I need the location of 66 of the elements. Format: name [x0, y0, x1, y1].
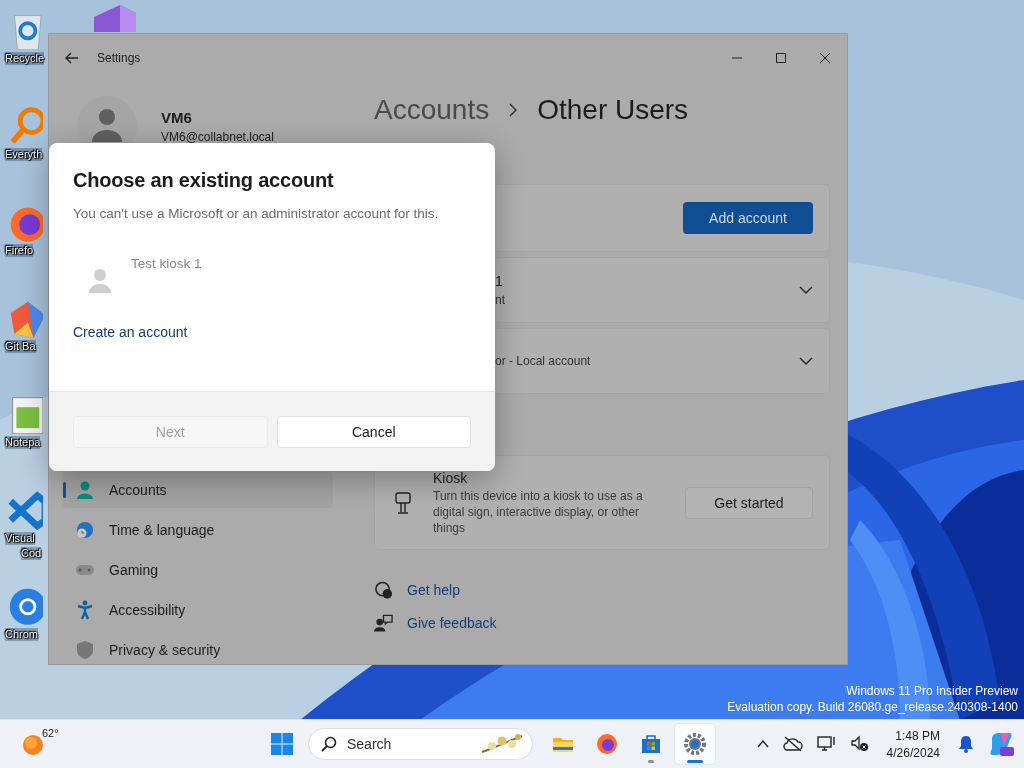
account-type: or - Local account	[495, 354, 591, 368]
network-icon[interactable]	[816, 735, 837, 753]
desktop-icon-label: Cod	[21, 547, 42, 560]
accessibility-figure-icon	[75, 600, 95, 620]
shield-icon	[75, 640, 95, 660]
account-name: 1	[495, 273, 504, 289]
copilot-icon[interactable]	[988, 731, 1014, 757]
speaker-muted-icon[interactable]	[850, 735, 869, 753]
dialog-subtitle: You can't use a Microsoft or an administrator account for this.	[73, 206, 440, 221]
desktop-icon-label: Recycle	[5, 52, 45, 65]
user-name: VM6	[161, 108, 193, 126]
account-type: nt	[495, 293, 505, 307]
nav-item[interactable]: Accounts	[63, 472, 333, 508]
help-link[interactable]: Give feedback	[407, 615, 497, 631]
back-arrow-icon[interactable]	[65, 52, 79, 64]
desktop-icon-label: Visual	[5, 532, 35, 545]
windows-logo-icon	[270, 732, 294, 756]
close-icon[interactable]	[820, 53, 830, 63]
account-card[interactable]: 1 nt	[495, 257, 830, 323]
watermark-text: Windows 11 Pro Insider Preview	[846, 683, 1018, 699]
feedback-icon	[374, 613, 393, 633]
desktop-icon-label: Firefo	[5, 244, 34, 257]
page-title: Other Users	[537, 94, 689, 126]
person-icon	[92, 108, 122, 144]
person-icon	[89, 268, 111, 294]
globe-clock-icon	[75, 520, 95, 540]
firefox-icon	[595, 732, 619, 756]
nav-item[interactable]: Time & language	[63, 512, 333, 548]
maximize-icon[interactable]	[776, 53, 786, 63]
clock-time[interactable]: 1:48 PM	[895, 728, 940, 743]
help-link[interactable]: Get help	[407, 582, 460, 598]
store-bag-icon	[639, 732, 663, 756]
taskbar-app[interactable]	[675, 724, 715, 764]
nav-item[interactable]: Privacy & security	[63, 632, 333, 668]
account-card[interactable]: or - Local account	[495, 328, 830, 394]
dialog-title: Choose an existing account	[73, 169, 335, 192]
get-started-button[interactable]: Get started	[685, 486, 813, 519]
kiosk-title: Kiosk	[433, 469, 469, 486]
kiosk-description: Turn this device into a kiosk to use as a digital sign, interactive display, or other things	[433, 487, 644, 536]
breadcrumb-link[interactable]: Accounts	[374, 94, 490, 126]
bell-icon[interactable]	[958, 735, 974, 753]
watermark-text: Evaluation copy. Build 26080.ge_release.240308-1400	[727, 699, 1018, 715]
desktop-icon-label: Git Ba	[5, 340, 36, 353]
add-account-button[interactable]: Add account	[683, 202, 813, 234]
search-icon	[321, 736, 337, 752]
branch-drawing	[480, 732, 524, 756]
gear-icon	[683, 732, 707, 756]
desktop-icon-label: Chrom	[5, 628, 38, 641]
user-email: VM6@collabnet.local	[161, 129, 274, 144]
nav-item[interactable]: Accessibility	[63, 592, 333, 628]
window-title: Settings	[97, 51, 141, 65]
chevron-down-icon[interactable]	[799, 357, 813, 365]
cloud-off-icon[interactable]	[782, 736, 803, 752]
desktop-icon-label: Notepa	[5, 436, 41, 449]
clock-date[interactable]: 4/26/2024	[886, 745, 940, 760]
nav-item[interactable]: Gaming	[63, 552, 333, 588]
chevron-down-icon[interactable]	[799, 286, 813, 294]
temperature: 62°	[42, 727, 59, 739]
create-account-link[interactable]: Create an account	[73, 324, 188, 340]
chevron-up-icon[interactable]	[756, 740, 769, 748]
kiosk-icon	[395, 491, 411, 514]
chevron-right-icon	[509, 103, 518, 117]
person-icon	[75, 480, 95, 500]
cancel-button[interactable]: Cancel	[276, 415, 471, 448]
search-field[interactable]: Search	[308, 728, 533, 760]
desktop-icon-label: Everyth	[5, 148, 43, 161]
